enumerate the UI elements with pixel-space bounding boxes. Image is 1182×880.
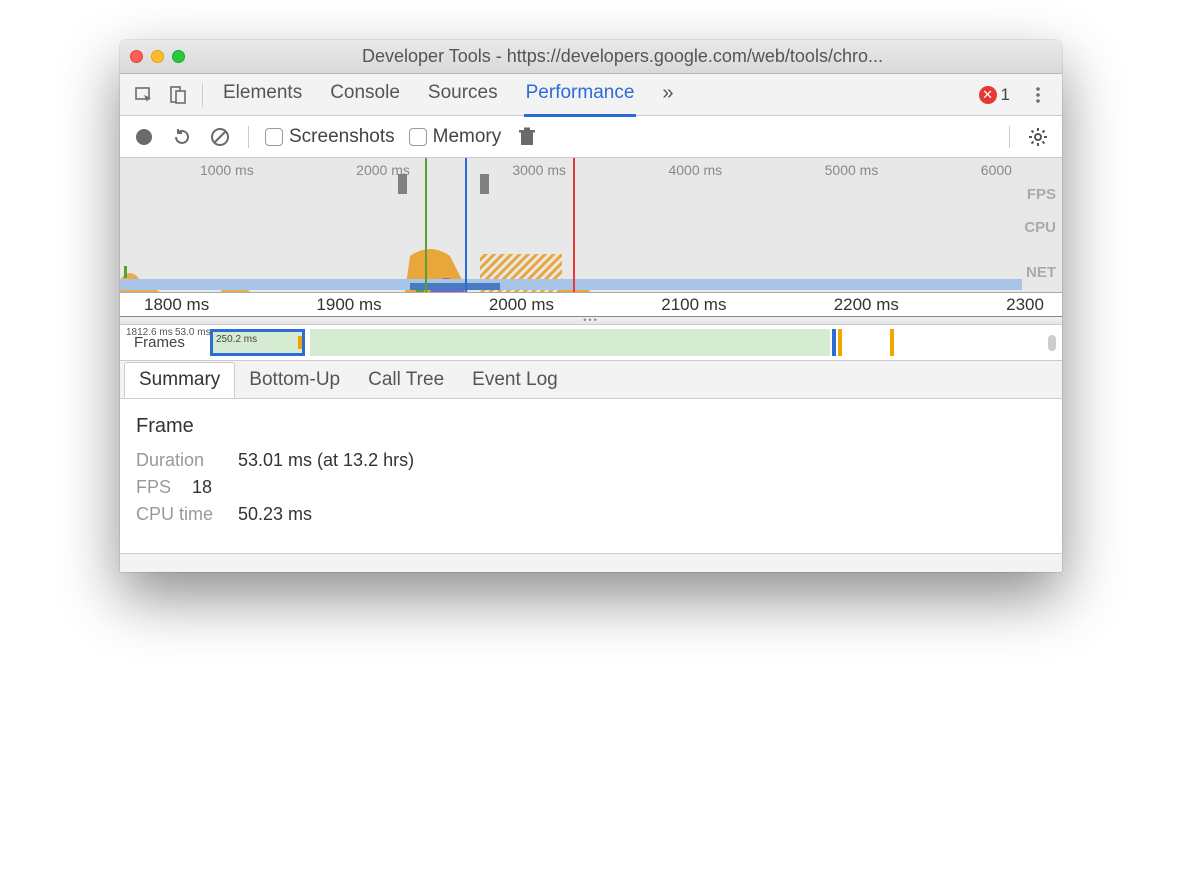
reload-button[interactable] (170, 125, 194, 149)
frame[interactable] (310, 329, 830, 356)
marker-load (425, 158, 427, 292)
checkbox-icon (409, 128, 427, 146)
devtools-window: Developer Tools - https://developers.goo… (120, 40, 1062, 572)
net-activity (410, 283, 500, 290)
subtab-call-tree[interactable]: Call Tree (354, 363, 458, 397)
error-indicator[interactable]: ✕ 1 (979, 85, 1010, 105)
separator (202, 83, 203, 107)
summary-label: FPS (136, 477, 180, 498)
tick: 1900 ms (316, 295, 381, 315)
lane-fps: FPS (1027, 186, 1056, 203)
detail-ruler[interactable]: 1800 ms 1900 ms 2000 ms 2100 ms 2200 ms … (120, 293, 1062, 317)
tick: 1000 ms (200, 162, 254, 178)
inspect-element-icon[interactable] (130, 81, 158, 109)
frame-stripe (832, 329, 836, 356)
selection-handle-left[interactable] (398, 174, 407, 194)
summary-row: FPS 18 (136, 477, 1046, 498)
window-minimize-button[interactable] (151, 50, 164, 63)
marker-fmp (573, 158, 575, 292)
summary-value: 18 (192, 477, 212, 498)
summary-row: Duration 53.01 ms (at 13.2 hrs) (136, 450, 1046, 471)
tick: 2200 ms (834, 295, 899, 315)
tab-sources[interactable]: Sources (426, 74, 500, 116)
settings-icon[interactable] (1026, 125, 1050, 149)
overview-ticks: 1000 ms 2000 ms 3000 ms 4000 ms 5000 ms … (120, 162, 1062, 178)
record-button[interactable] (132, 125, 156, 149)
frames-label: Frames (120, 334, 185, 351)
garbage-collect-button[interactable] (515, 125, 539, 149)
resize-gripper[interactable]: ••• (120, 317, 1062, 325)
performance-toolbar: Screenshots Memory (120, 116, 1062, 158)
tick: 4000 ms (668, 162, 722, 178)
window-maximize-button[interactable] (172, 50, 185, 63)
error-count: 1 (1001, 85, 1010, 105)
panel-tabs: Elements Console Sources Performance » (221, 74, 676, 116)
tab-performance[interactable]: Performance (524, 74, 637, 117)
separator (248, 126, 249, 148)
memory-checkbox[interactable]: Memory (409, 126, 502, 148)
frame-stripe (298, 336, 302, 349)
separator (1009, 126, 1010, 148)
selection-handle-right[interactable] (480, 174, 489, 194)
screenshots-label: Screenshots (289, 126, 395, 148)
frame-stripe (890, 329, 894, 356)
subtab-event-log[interactable]: Event Log (458, 363, 572, 397)
subtab-bottom-up[interactable]: Bottom-Up (235, 363, 354, 397)
frame-duration: 250.2 ms (216, 334, 257, 345)
subtab-summary[interactable]: Summary (124, 362, 235, 398)
lane-cpu: CPU (1024, 219, 1056, 236)
summary-panel: Frame Duration 53.01 ms (at 13.2 hrs) FP… (120, 399, 1062, 554)
marker-dcl (465, 158, 467, 292)
clear-button[interactable] (208, 125, 232, 149)
bottom-strip (120, 554, 1062, 572)
tick: 2300 (1006, 295, 1044, 315)
tick: 3000 ms (512, 162, 566, 178)
memory-label: Memory (433, 126, 502, 148)
net-lane (120, 279, 1022, 290)
window-close-button[interactable] (130, 50, 143, 63)
summary-value: 50.23 ms (238, 504, 312, 525)
screenshots-checkbox[interactable]: Screenshots (265, 126, 395, 148)
titlebar: Developer Tools - https://developers.goo… (120, 40, 1062, 74)
tick: 2000 ms (489, 295, 554, 315)
frames-track[interactable]: 1812.6 ms 53.0 ms Frames 250.2 ms (120, 325, 1062, 361)
summary-value: 53.01 ms (at 13.2 hrs) (238, 450, 414, 471)
summary-heading: Frame (136, 415, 1046, 438)
summary-label: CPU time (136, 504, 226, 525)
summary-label: Duration (136, 450, 226, 471)
error-icon: ✕ (979, 86, 997, 104)
kebab-menu-icon[interactable] (1024, 81, 1052, 109)
tick: 1800 ms (144, 295, 209, 315)
main-tabbar: Elements Console Sources Performance » ✕… (120, 74, 1062, 116)
summary-row: CPU time 50.23 ms (136, 504, 1046, 525)
device-toolbar-icon[interactable] (164, 81, 192, 109)
details-tabbar: Summary Bottom-Up Call Tree Event Log (120, 361, 1062, 399)
more-tabs-button[interactable]: » (660, 74, 675, 116)
window-title: Developer Tools - https://developers.goo… (193, 46, 1052, 67)
frame-stripe (838, 329, 842, 356)
scrollbar-thumb[interactable] (1048, 335, 1056, 351)
tick: 6000 (981, 162, 1012, 178)
tab-elements[interactable]: Elements (221, 74, 304, 116)
checkbox-icon (265, 128, 283, 146)
tick: 2100 ms (661, 295, 726, 315)
tab-console[interactable]: Console (328, 74, 402, 116)
tick: 5000 ms (825, 162, 879, 178)
overview-timeline[interactable]: 1000 ms 2000 ms 3000 ms 4000 ms 5000 ms … (120, 158, 1062, 293)
frame-selected[interactable]: 250.2 ms (210, 329, 305, 356)
